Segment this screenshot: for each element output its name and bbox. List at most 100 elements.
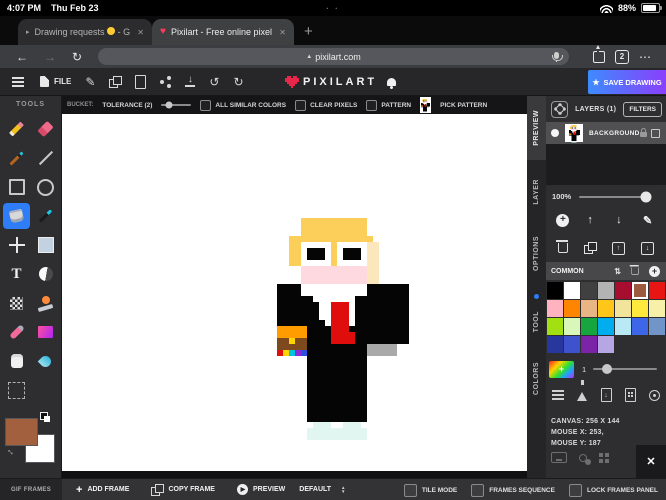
palette-swatch-2[interactable] (581, 282, 597, 299)
pixel-size-slider[interactable] (593, 364, 658, 374)
edit-pencil-icon[interactable]: ✎ (85, 76, 95, 88)
sort-palette-icon[interactable]: ⇅ (614, 267, 621, 276)
layer-thumbnail[interactable] (565, 123, 583, 143)
swap-colors-icon[interactable] (40, 412, 50, 422)
move-layer-up-button[interactable]: ↑ (582, 212, 598, 228)
palette-swatch-21[interactable] (547, 336, 563, 353)
tool-text[interactable] (3, 261, 30, 287)
palette-swatch-10[interactable] (598, 300, 614, 317)
filters-button[interactable]: FILTERS (623, 101, 662, 117)
tool-smudge[interactable] (3, 319, 30, 345)
palette-swatch-24[interactable] (598, 336, 614, 353)
palette-swatch-16[interactable] (581, 318, 597, 335)
grid-toggle-icon[interactable] (599, 452, 603, 457)
palette-group-row[interactable]: COMMON ⇅ + (546, 262, 666, 280)
new-tab-button[interactable]: + (304, 23, 313, 40)
color-mixer-icon[interactable] (577, 380, 588, 401)
merge-up-icon[interactable]: ↑ (612, 241, 625, 255)
browser-menu-icon[interactable]: ⋯ (639, 50, 652, 64)
rename-layer-button[interactable]: ✎ (640, 212, 656, 228)
tool-ellipse[interactable] (32, 174, 59, 200)
dropdown-arrows-icon[interactable]: ▲ ▼ (341, 485, 345, 494)
all-similar-colors-checkbox[interactable] (200, 99, 212, 111)
tool-pencil[interactable] (3, 116, 30, 142)
save-drawing-button[interactable]: ★ SAVE DRAWING (588, 70, 666, 94)
move-layer-down-button[interactable]: ↓ (611, 212, 627, 228)
tool-select[interactable] (32, 232, 59, 258)
drawing-canvas[interactable] (62, 114, 527, 471)
forward-button[interactable]: → (44, 50, 56, 64)
tolerance-slider-knob[interactable] (165, 101, 173, 109)
layers-settings-button[interactable] (551, 100, 568, 118)
tab-close-icon[interactable]: ✕ (137, 28, 144, 37)
tolerance-slider[interactable] (161, 101, 192, 109)
palette-swatch-15[interactable] (564, 318, 580, 335)
hamburger-menu-icon[interactable] (12, 80, 24, 83)
color-target-icon[interactable] (649, 389, 660, 401)
share-nodes-icon[interactable] (160, 79, 165, 84)
tab-layer[interactable]: LAYER (527, 174, 546, 210)
pattern-option[interactable]: PATTERN (366, 99, 411, 111)
layer-row-background[interactable]: BACKGROUND (546, 122, 666, 144)
tool-bucket[interactable] (3, 203, 30, 229)
tool-eraser[interactable] (32, 116, 59, 142)
layer-options-icon[interactable] (651, 128, 660, 138)
clear-pixels-checkbox[interactable] (295, 99, 307, 111)
palette-swatch-7[interactable] (547, 300, 563, 317)
palette-swatch-19[interactable] (632, 318, 648, 335)
tool-blur[interactable] (32, 348, 59, 374)
palette-swatch-17[interactable] (598, 318, 614, 335)
lock-frames-panel-checkbox[interactable] (568, 483, 582, 497)
tool-gradient[interactable] (32, 319, 59, 345)
export-palette-icon[interactable] (624, 388, 636, 402)
close-panel-button[interactable]: ✕ (636, 445, 666, 478)
back-button[interactable]: ← (16, 50, 28, 64)
merge-down-icon[interactable]: ↓ (641, 241, 654, 255)
url-bar[interactable]: ▲ pixilart.com (98, 48, 569, 65)
tab-pixilart[interactable]: ♥ Pixilart - Free online pixel ✕ (152, 19, 294, 45)
pattern-checkbox[interactable] (366, 99, 378, 111)
tab-options[interactable]: OPTIONS (527, 234, 546, 274)
opacity-slider[interactable] (579, 191, 652, 202)
reload-button[interactable]: ↻ (72, 50, 82, 64)
tool-crop[interactable] (3, 377, 30, 403)
palette-swatch-23[interactable] (581, 336, 597, 353)
palette-swatch-18[interactable] (615, 318, 631, 335)
pattern-thumbnail[interactable] (420, 97, 432, 113)
tool-rectangle[interactable] (3, 174, 30, 200)
opacity-slider-knob[interactable] (640, 191, 652, 202)
palette-list-icon[interactable] (552, 390, 564, 392)
file-icon[interactable] (40, 76, 49, 87)
tool-line[interactable] (32, 145, 59, 171)
download-icon[interactable]: ↓ (185, 75, 196, 87)
tab-close-icon[interactable]: ✕ (279, 28, 286, 37)
tool-dither[interactable] (3, 290, 30, 316)
file-menu-label[interactable]: FILE (54, 77, 71, 86)
mic-icon[interactable] (551, 52, 563, 62)
palette-swatch-8[interactable] (564, 300, 580, 317)
all-similar-colors-option[interactable]: ALL SIMILAR COLORS (200, 99, 286, 111)
duplicate-layer-icon[interactable] (584, 242, 597, 254)
palette-swatch-12[interactable] (632, 300, 648, 317)
tab-tool[interactable]: TOOL (527, 306, 546, 338)
tool-move[interactable] (3, 232, 30, 258)
frames-sequence-checkbox[interactable] (471, 483, 485, 497)
tool-pan[interactable] (3, 348, 30, 374)
share-icon[interactable] (593, 46, 605, 63)
palette-swatch-9[interactable] (581, 300, 597, 317)
delete-layer-icon[interactable] (556, 240, 569, 253)
add-layer-button[interactable]: + (556, 213, 570, 227)
palette-swatch-13[interactable] (649, 300, 665, 317)
keyboard-shortcuts-icon[interactable] (551, 452, 567, 463)
palette-swatch-4[interactable] (615, 282, 631, 299)
notifications-bell-icon[interactable] (387, 78, 397, 89)
palette-swatch-1[interactable] (564, 282, 580, 299)
redo-icon[interactable]: ↻ (233, 76, 243, 88)
tool-stamp[interactable] (32, 290, 59, 316)
tool-brush[interactable] (3, 145, 30, 171)
layer-visibility-toggle[interactable] (551, 129, 559, 137)
preview-button[interactable]: ▶ PREVIEW (236, 484, 285, 495)
tool-color-picker[interactable] (32, 203, 59, 229)
pixel-size-slider-knob[interactable] (602, 364, 613, 374)
tool-lighten[interactable] (32, 261, 59, 287)
